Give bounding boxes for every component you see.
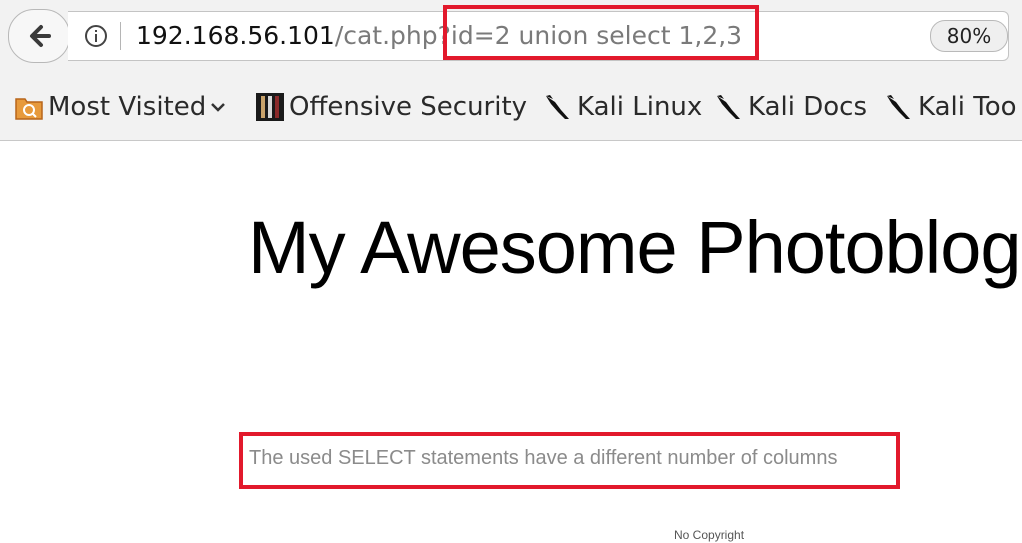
kali-dragon-icon [717,95,740,119]
bookmark-label: Most Visited [48,92,207,122]
bookmark-label: Offensive Security [289,92,528,122]
kali-dragon-icon [887,95,910,119]
bookmark-label: Kali Too [918,92,1017,122]
url-host: 192.168.56.101 [136,21,335,50]
chevron-down-icon [211,103,226,112]
bookmark-kali-docs[interactable]: Kali Docs [714,90,867,124]
bookmark-kali-tools[interactable]: Kali Too [884,90,1017,124]
bookmarks-toolbar: Most Visited Offensive Security Kali Lin… [0,78,1022,136]
sql-error-message: The used SELECT statements have a differ… [249,447,838,469]
offsec-icon [256,93,284,121]
zoom-indicator[interactable]: 80% [930,20,1008,52]
bookmark-offensive-security[interactable]: Offensive Security [255,90,527,124]
url-highlight-box [443,5,759,60]
bookmark-most-visited[interactable]: Most Visited [14,90,228,124]
bookmark-label: Kali Docs [748,92,868,122]
arrow-left-icon [30,25,51,47]
bookmark-kali-linux[interactable]: Kali Linux [543,90,702,124]
navigation-bar: 192.168.56.101/cat.php?id=2 union select… [0,0,1022,72]
browser-chrome: 192.168.56.101/cat.php?id=2 union select… [0,0,1022,141]
folder-icon [15,98,43,120]
kali-dragon-icon [546,95,569,119]
info-icon[interactable] [84,24,108,48]
footer-copyright: No Copyright [674,528,745,542]
address-separator [120,22,121,50]
back-button[interactable] [8,9,70,63]
page-title: My Awesome Photoblog [248,206,1022,289]
bookmark-label: Kali Linux [577,92,703,122]
